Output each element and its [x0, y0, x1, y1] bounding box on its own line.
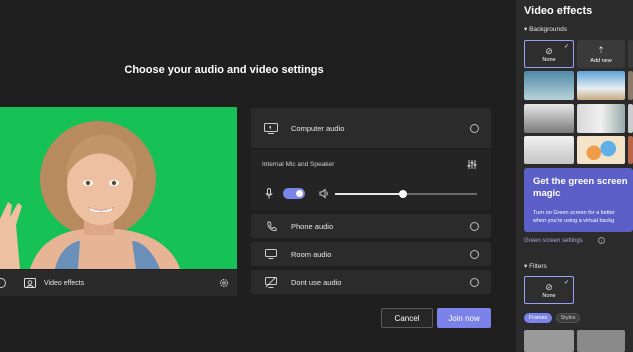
join-now-button[interactable]: Join now — [437, 308, 491, 328]
checkmark-icon: ✓ — [563, 280, 569, 286]
background-tile[interactable] — [628, 40, 633, 68]
background-none-tile[interactable]: ⊘ None ✓ — [524, 40, 574, 68]
video-preview — [0, 107, 237, 269]
filters-header-label: Filters — [529, 263, 547, 270]
background-image-tile[interactable] — [628, 71, 633, 100]
filter-tile[interactable] — [524, 330, 574, 352]
filter-none-tile[interactable]: ⊘ None ✓ — [524, 276, 574, 304]
upload-icon: ⇡ — [597, 45, 605, 55]
video-effects-label: Video effects — [44, 279, 85, 287]
sliders-icon[interactable] — [467, 160, 477, 169]
mic-toggle[interactable] — [283, 188, 305, 199]
phone-audio-option[interactable]: Phone audio — [251, 214, 491, 238]
phone-icon — [266, 221, 276, 231]
add-new-background-tile[interactable]: ⇡ Add new — [577, 40, 625, 68]
computer-audio-icon — [264, 122, 278, 134]
no-audio-label: Dont use audio — [291, 277, 342, 287]
room-audio-label: Room audio — [291, 249, 332, 259]
backgrounds-section-header[interactable]: ▾ Backgrounds — [524, 25, 567, 33]
background-image-tile[interactable] — [577, 71, 625, 100]
monitor-icon — [265, 249, 277, 259]
video-toolbar: Video effects — [0, 270, 237, 296]
promo-text: Turn on Green screen for a better when y… — [533, 209, 615, 225]
camera-toggle-icon[interactable] — [0, 278, 6, 288]
volume-slider-thumb[interactable] — [399, 190, 408, 198]
video-effects-panel: Video effects ▾ Backgrounds ⊘ None ✓ ⇡ A… — [516, 0, 633, 352]
device-settings-section: Internal Mic and Speaker — [251, 150, 491, 210]
filter-tile[interactable] — [577, 330, 625, 352]
no-audio-radio[interactable] — [470, 277, 479, 287]
green-screen-settings-link[interactable]: Green screen settings — [524, 238, 583, 244]
device-settings-gear-icon[interactable] — [219, 278, 229, 288]
cancel-button[interactable]: Cancel — [381, 308, 433, 328]
phone-audio-radio[interactable] — [470, 221, 479, 231]
green-screen-promo-card: Get the green screen magic Turn on Green… — [524, 168, 633, 232]
background-image-tile[interactable] — [524, 71, 574, 100]
speaker-icon — [319, 188, 328, 199]
page-title: Choose your audio and video settings — [124, 64, 324, 76]
promo-text-line2: when you're using a virtual backg — [533, 218, 615, 224]
checkmark-icon: ✓ — [563, 44, 569, 50]
filter-none-label: None — [542, 293, 556, 299]
tab-styles[interactable]: Styles — [556, 313, 580, 323]
no-audio-option[interactable]: Dont use audio — [251, 270, 491, 294]
backgrounds-header-label: Backgrounds — [529, 26, 568, 33]
speaker-volume-slider[interactable] — [335, 190, 477, 198]
background-image-tile[interactable] — [628, 104, 633, 133]
device-name-label: Internal Mic and Speaker — [262, 161, 335, 168]
promo-title: Get the green screen magic — [533, 176, 628, 199]
promo-text-line1: Turn on Green screen for a better — [533, 210, 615, 216]
room-audio-radio[interactable] — [470, 249, 479, 259]
effects-panel-title: Video effects — [524, 5, 593, 17]
computer-audio-label: Computer audio — [291, 123, 345, 133]
video-effects-icon — [24, 278, 36, 288]
microphone-icon — [265, 188, 273, 199]
background-none-label: None — [542, 57, 556, 63]
background-image-tile[interactable] — [628, 136, 633, 164]
background-image-tile[interactable] — [524, 136, 574, 164]
no-audio-icon — [265, 276, 277, 288]
phone-audio-label: Phone audio — [291, 221, 334, 231]
tab-frames[interactable]: Frames — [524, 313, 552, 323]
video-effects-button[interactable]: Video effects — [24, 278, 84, 288]
computer-audio-radio[interactable] — [470, 123, 479, 133]
audio-options-panel: Computer audio Internal Mic and Speaker — [251, 108, 491, 294]
person-image — [0, 121, 180, 269]
background-image-tile[interactable] — [524, 104, 574, 133]
background-image-tile[interactable] — [577, 136, 625, 164]
room-audio-option[interactable]: Room audio — [251, 242, 491, 266]
filters-section-header[interactable]: ▾ Filters — [524, 262, 547, 270]
add-new-label: Add new — [590, 58, 612, 64]
background-image-tile[interactable] — [577, 104, 625, 133]
info-icon[interactable]: i — [598, 237, 605, 244]
computer-audio-option[interactable]: Computer audio — [251, 108, 491, 148]
